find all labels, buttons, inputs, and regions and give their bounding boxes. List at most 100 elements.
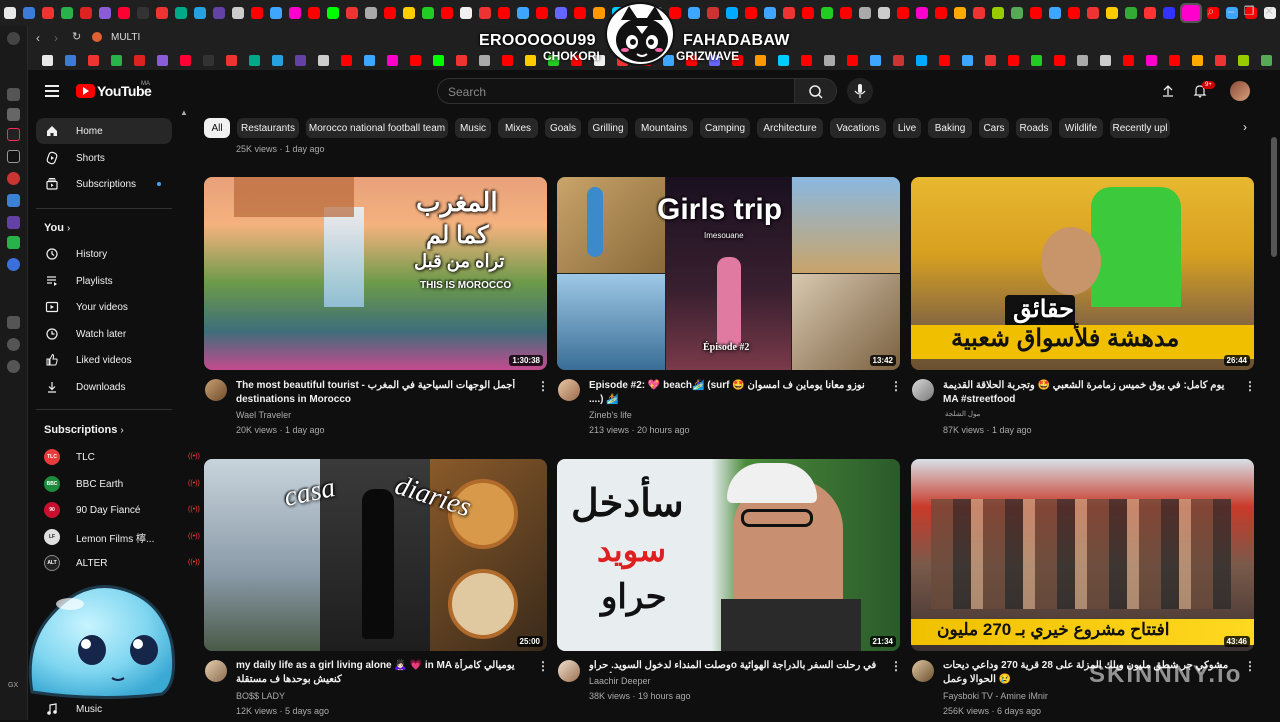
browser-tab[interactable] [554,7,567,19]
browser-tab[interactable] [3,7,16,19]
browser-tab[interactable] [1010,7,1023,19]
browser-tab[interactable] [1067,7,1080,19]
channel-avatar[interactable] [558,660,580,682]
bookmark-item[interactable] [1008,54,1019,66]
chip-mountains[interactable]: Mountains [635,118,693,138]
video-title[interactable]: my daily life as a girl living alone 🙇🏻‍… [236,659,530,687]
video-channel[interactable]: Wael Traveler [236,410,291,420]
rail-extension-icon[interactable] [7,108,20,121]
bookmark-item[interactable] [180,54,191,66]
sidebar-item-downloads[interactable]: Downloads [36,374,172,400]
browser-tab[interactable] [953,7,966,19]
browser-tab[interactable] [117,7,130,19]
page-scrollbar[interactable] [1271,137,1277,257]
bookmark-item[interactable] [939,54,950,66]
sidebar-you-heading[interactable]: You › [44,222,70,234]
bookmark-item[interactable] [479,54,490,66]
browser-tab[interactable] [250,7,263,19]
subscription-channel[interactable]: 90 90 Day Fiancé ((•)) [36,497,200,523]
rail-extension-icon[interactable] [7,88,20,101]
browser-tab[interactable] [1086,7,1099,19]
close-window-icon[interactable]: ✕ [1262,4,1276,18]
browser-tab[interactable] [440,7,453,19]
browser-tab[interactable] [1029,7,1042,19]
opera-icon[interactable] [7,32,20,45]
kick-icon[interactable] [7,236,20,249]
tiktok-icon[interactable] [7,128,20,141]
browser-tab[interactable] [744,7,757,19]
browser-tab[interactable] [383,7,396,19]
bookmark-item[interactable] [801,54,812,66]
chip-morocco-national-football-team[interactable]: Morocco national football team [306,118,448,138]
bookmark-item[interactable] [525,54,536,66]
bookmark-item[interactable] [962,54,973,66]
browser-tab[interactable] [193,7,206,19]
browser-tab[interactable] [573,7,586,19]
bookmark-item[interactable] [824,54,835,66]
bookmark-item[interactable] [318,54,329,66]
bookmark-item[interactable] [203,54,214,66]
video-thumbnail[interactable]: حقائق مدهشة فلأسواق شعبية 26:44 [911,177,1254,370]
browser-tab[interactable] [820,7,833,19]
browser-tab[interactable] [231,7,244,19]
browser-tab[interactable] [535,7,548,19]
video-title[interactable]: يوم كامل: في يوق خميس زمامرة الشعبي 🤩 وت… [943,379,1235,407]
bookmark-item[interactable] [1054,54,1065,66]
channel-avatar[interactable] [558,379,580,401]
browser-tab[interactable] [345,7,358,19]
browser-tab[interactable] [839,7,852,19]
sidebar-item-subscriptions[interactable]: Subscriptions [36,171,172,197]
sidebar-item-shorts[interactable]: Shorts [36,145,172,171]
chip-music[interactable]: Music [455,118,491,138]
maximize-icon[interactable]: ❐ [1242,4,1256,18]
reload-icon[interactable]: ↻ [72,30,81,43]
browser-tab[interactable] [1124,7,1137,19]
video-title[interactable]: وصلت المنداء لدخول السويد. حراوo في رحلت… [589,659,881,673]
more-options-icon[interactable]: ⋮ [890,659,902,673]
more-options-icon[interactable]: ⋮ [1244,379,1256,393]
chip-grilling[interactable]: Grilling [588,118,628,138]
chip-restaurants[interactable]: Restaurants [237,118,299,138]
bookmark-item[interactable] [1261,54,1272,66]
bookmark-item[interactable] [502,54,513,66]
browser-tab[interactable] [763,7,776,19]
address-text[interactable]: MULTI [111,32,140,43]
chip-vacations[interactable]: Vacations [830,118,886,138]
bookmark-item[interactable] [985,54,996,66]
video-thumbnail[interactable]: سأدخل سويد حراو 21:34 [557,459,900,651]
browser-tab[interactable] [60,7,73,19]
browser-tab[interactable] [155,7,168,19]
bookmark-item[interactable] [65,54,76,66]
chip-cars[interactable]: Cars [979,118,1009,138]
browser-tab[interactable] [212,7,225,19]
bookmark-item[interactable] [364,54,375,66]
browser-tab[interactable] [307,7,320,19]
minimize-icon[interactable]: – [1224,4,1238,18]
sidebar-item-watch-later[interactable]: Watch later [36,321,172,347]
chip-baking[interactable]: Baking [928,118,972,138]
video-channel[interactable]: مول الشلجة [945,410,980,418]
video-channel[interactable]: Zineb's life [589,410,632,420]
browser-tab[interactable] [972,7,985,19]
sidebar-subscriptions-heading[interactable]: Subscriptions › [44,424,124,436]
search-input[interactable]: Search [437,78,795,104]
sidebar-item-home[interactable]: Home [36,118,172,144]
browser-tab[interactable] [725,7,738,19]
bookmark-item[interactable] [226,54,237,66]
chip-live[interactable]: Live [893,118,921,138]
video-title[interactable]: Episode #2: 💖 beach🏄‍♀️ (surf 🤩 نوزو معا… [589,379,881,407]
sidebar-item-your-videos[interactable]: Your videos [36,294,172,320]
bookmark-item[interactable] [1123,54,1134,66]
sidebar-item-liked-videos[interactable]: Liked videos [36,347,172,373]
browser-tab[interactable] [877,7,890,19]
browser-tab[interactable] [79,7,92,19]
video-channel[interactable]: Faysboki TV - Amine iMnir [943,691,1048,701]
rail-extension-icon[interactable] [7,258,20,271]
bookmark-item[interactable] [893,54,904,66]
x-icon[interactable] [7,150,20,163]
bookmark-item[interactable] [341,54,352,66]
subscription-channel[interactable]: ALT ALTER ((•)) [36,550,200,576]
browser-tab[interactable] [326,7,339,19]
chip-wildlife[interactable]: Wildlife [1059,118,1103,138]
settings-rail-icon[interactable] [7,360,20,373]
